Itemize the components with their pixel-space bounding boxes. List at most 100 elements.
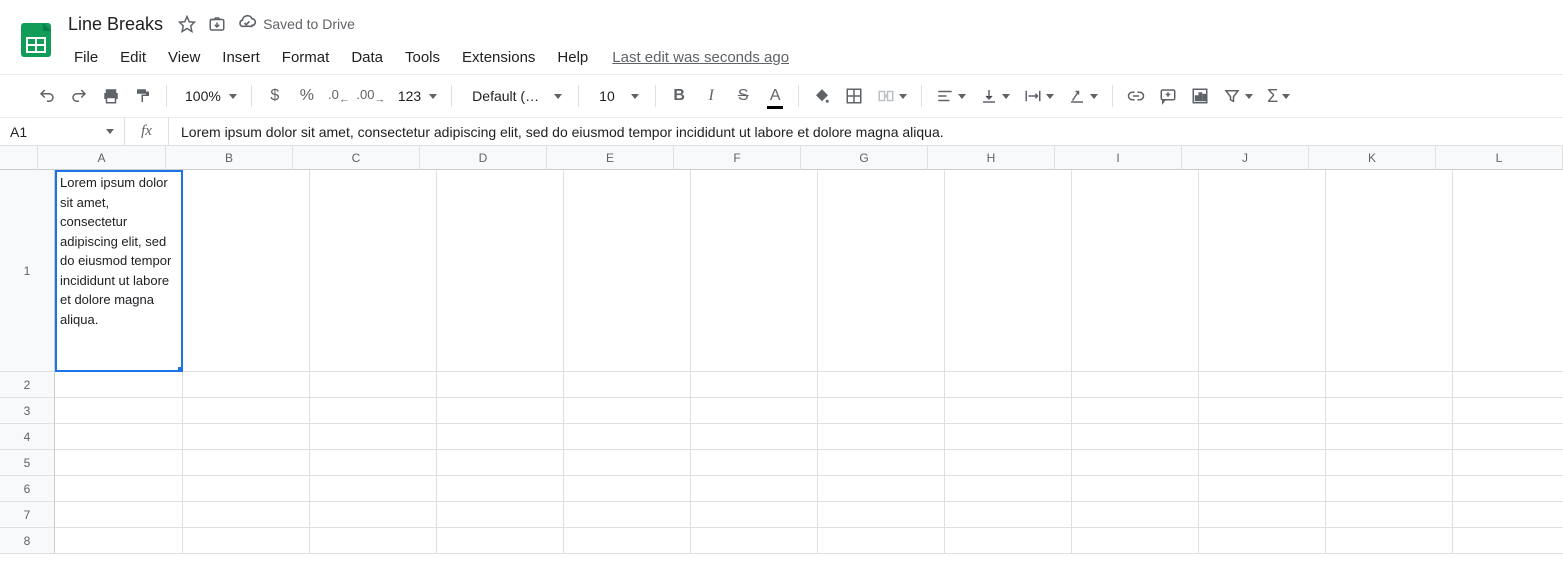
horizontal-align-dropdown[interactable] — [930, 81, 972, 111]
column-header-E[interactable]: E — [547, 146, 674, 170]
cell-B8[interactable] — [183, 528, 310, 554]
cell-D7[interactable] — [437, 502, 564, 528]
cell-J4[interactable] — [1199, 424, 1326, 450]
cell-K1[interactable] — [1326, 170, 1453, 372]
cell-K8[interactable] — [1326, 528, 1453, 554]
cell-H5[interactable] — [945, 450, 1072, 476]
menu-data[interactable]: Data — [341, 45, 393, 70]
cell-K7[interactable] — [1326, 502, 1453, 528]
cell-B5[interactable] — [183, 450, 310, 476]
column-header-K[interactable]: K — [1309, 146, 1436, 170]
cell-F7[interactable] — [691, 502, 818, 528]
cell-H7[interactable] — [945, 502, 1072, 528]
star-icon[interactable] — [177, 14, 197, 34]
cell-L3[interactable] — [1453, 398, 1563, 424]
column-header-B[interactable]: B — [166, 146, 293, 170]
selection-handle[interactable] — [178, 367, 183, 372]
cell-K5[interactable] — [1326, 450, 1453, 476]
column-header-F[interactable]: F — [674, 146, 801, 170]
cell-I3[interactable] — [1072, 398, 1199, 424]
cell-F3[interactable] — [691, 398, 818, 424]
fill-color-button[interactable] — [807, 81, 837, 111]
cell-B2[interactable] — [183, 372, 310, 398]
menu-format[interactable]: Format — [272, 45, 340, 70]
cell-L6[interactable] — [1453, 476, 1563, 502]
cell-E3[interactable] — [564, 398, 691, 424]
cell-J7[interactable] — [1199, 502, 1326, 528]
select-all-corner[interactable] — [0, 146, 38, 170]
cell-D2[interactable] — [437, 372, 564, 398]
cell-G5[interactable] — [818, 450, 945, 476]
cell-H8[interactable] — [945, 528, 1072, 554]
cell-G8[interactable] — [818, 528, 945, 554]
insert-link-button[interactable] — [1121, 81, 1151, 111]
cell-A7[interactable] — [55, 502, 183, 528]
cell-D6[interactable] — [437, 476, 564, 502]
menu-edit[interactable]: Edit — [110, 45, 156, 70]
cell-C3[interactable] — [310, 398, 437, 424]
italic-button[interactable]: I — [696, 81, 726, 111]
cell-A8[interactable] — [55, 528, 183, 554]
last-edit-link[interactable]: Last edit was seconds ago — [612, 49, 789, 66]
cell-L5[interactable] — [1453, 450, 1563, 476]
insert-chart-button[interactable] — [1185, 81, 1215, 111]
cell-C1[interactable] — [310, 170, 437, 372]
cell-H2[interactable] — [945, 372, 1072, 398]
cell-D3[interactable] — [437, 398, 564, 424]
cell-A3[interactable] — [55, 398, 183, 424]
cell-F2[interactable] — [691, 372, 818, 398]
cell-H6[interactable] — [945, 476, 1072, 502]
redo-button[interactable] — [64, 81, 94, 111]
vertical-align-dropdown[interactable] — [974, 81, 1016, 111]
cell-L8[interactable] — [1453, 528, 1563, 554]
increase-decimal-button[interactable]: .00→ — [356, 81, 386, 111]
percent-button[interactable]: % — [292, 81, 322, 111]
font-size-dropdown[interactable]: 10 — [587, 81, 647, 111]
menu-extensions[interactable]: Extensions — [452, 45, 545, 70]
print-button[interactable] — [96, 81, 126, 111]
cell-C4[interactable] — [310, 424, 437, 450]
filter-dropdown[interactable] — [1217, 81, 1259, 111]
cell-D8[interactable] — [437, 528, 564, 554]
cell-B3[interactable] — [183, 398, 310, 424]
cell-C6[interactable] — [310, 476, 437, 502]
cell-F4[interactable] — [691, 424, 818, 450]
cell-A4[interactable] — [55, 424, 183, 450]
formula-input[interactable]: Lorem ipsum dolor sit amet, consectetur … — [169, 118, 1563, 145]
cell-J2[interactable] — [1199, 372, 1326, 398]
cell-L2[interactable] — [1453, 372, 1563, 398]
cell-L1[interactable] — [1453, 170, 1563, 372]
column-header-J[interactable]: J — [1182, 146, 1309, 170]
cell-E7[interactable] — [564, 502, 691, 528]
cell-K4[interactable] — [1326, 424, 1453, 450]
cell-I5[interactable] — [1072, 450, 1199, 476]
cell-K6[interactable] — [1326, 476, 1453, 502]
cell-I6[interactable] — [1072, 476, 1199, 502]
cell-C2[interactable] — [310, 372, 437, 398]
borders-button[interactable] — [839, 81, 869, 111]
row-header-3[interactable]: 3 — [0, 398, 55, 424]
cell-I4[interactable] — [1072, 424, 1199, 450]
row-header-8[interactable]: 8 — [0, 528, 55, 554]
cell-D5[interactable] — [437, 450, 564, 476]
column-header-A[interactable]: A — [38, 146, 166, 170]
cell-G3[interactable] — [818, 398, 945, 424]
decrease-decimal-button[interactable]: .0← — [324, 81, 354, 111]
cell-J8[interactable] — [1199, 528, 1326, 554]
column-header-H[interactable]: H — [928, 146, 1055, 170]
cell-B4[interactable] — [183, 424, 310, 450]
cell-A5[interactable] — [55, 450, 183, 476]
menu-tools[interactable]: Tools — [395, 45, 450, 70]
cell-D1[interactable] — [437, 170, 564, 372]
undo-button[interactable] — [32, 81, 62, 111]
cell-I2[interactable] — [1072, 372, 1199, 398]
column-header-G[interactable]: G — [801, 146, 928, 170]
insert-comment-button[interactable] — [1153, 81, 1183, 111]
row-header-6[interactable]: 6 — [0, 476, 55, 502]
cell-F8[interactable] — [691, 528, 818, 554]
cell-G2[interactable] — [818, 372, 945, 398]
cell-G6[interactable] — [818, 476, 945, 502]
menu-help[interactable]: Help — [547, 45, 598, 70]
cell-B1[interactable] — [183, 170, 310, 372]
cell-F5[interactable] — [691, 450, 818, 476]
